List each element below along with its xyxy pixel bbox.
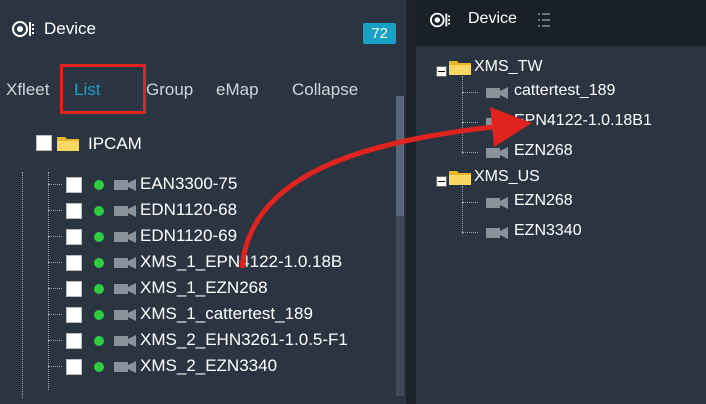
drag-arrow-annotation	[239, 107, 532, 269]
